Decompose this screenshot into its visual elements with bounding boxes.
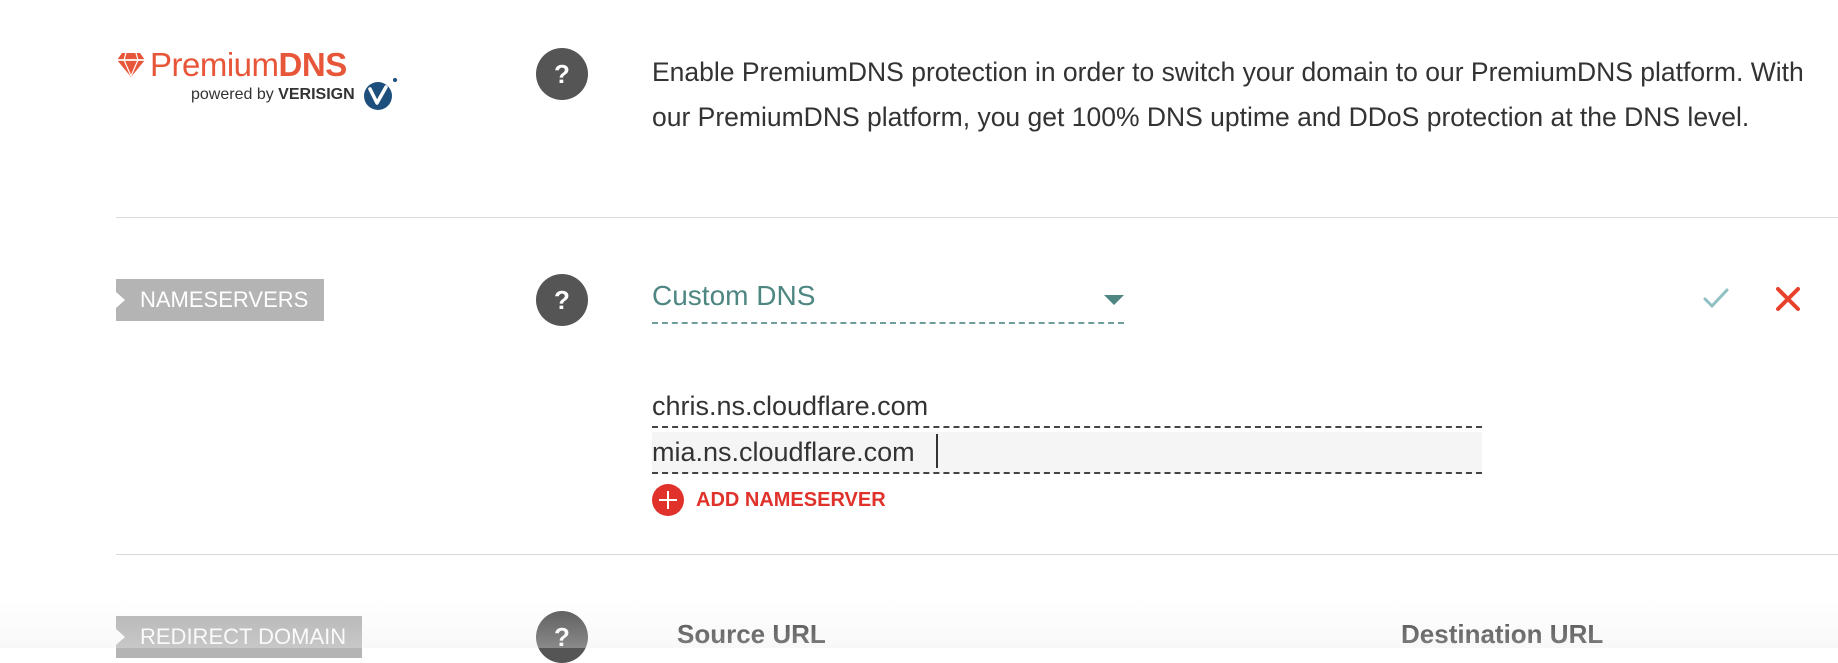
plus-circle-icon: [652, 484, 684, 516]
verisign-check-icon: [364, 78, 397, 110]
checkmark-icon[interactable]: [1702, 286, 1730, 310]
help-icon[interactable]: ?: [536, 611, 588, 663]
chevron-down-icon: [1104, 295, 1124, 305]
premium-dns-section: PremiumDNS powered by VERISIGN ? Enable …: [0, 0, 1838, 217]
text-cursor: [936, 434, 938, 468]
help-icon[interactable]: ?: [536, 274, 588, 326]
section-divider: [116, 217, 1838, 218]
nameserver-input-2[interactable]: [652, 432, 1482, 474]
help-icon[interactable]: ?: [536, 48, 588, 100]
section-divider: [116, 554, 1838, 555]
dns-type-dropdown[interactable]: Custom DNS: [652, 280, 1124, 324]
gem-icon: [117, 52, 145, 77]
add-nameserver-label: ADD NAMESERVER: [696, 489, 886, 511]
dns-type-value: Custom DNS: [652, 280, 816, 311]
premium-dns-logo: PremiumDNS powered by VERISIGN: [116, 46, 406, 116]
nameservers-section-label: NAMESERVERS: [116, 279, 325, 321]
logo-title: PremiumDNS: [150, 46, 347, 83]
redirect-domain-section-label: REDIRECT DOMAIN: [116, 616, 363, 658]
premium-dns-description: Enable PremiumDNS protection in order to…: [652, 57, 1804, 132]
source-url-header: Source URL: [677, 619, 826, 649]
destination-url-header: Destination URL: [1401, 619, 1604, 649]
close-icon[interactable]: [1775, 286, 1801, 312]
logo-subtitle: powered by VERISIGN: [191, 86, 355, 103]
nameserver-input-1[interactable]: [652, 386, 1482, 428]
